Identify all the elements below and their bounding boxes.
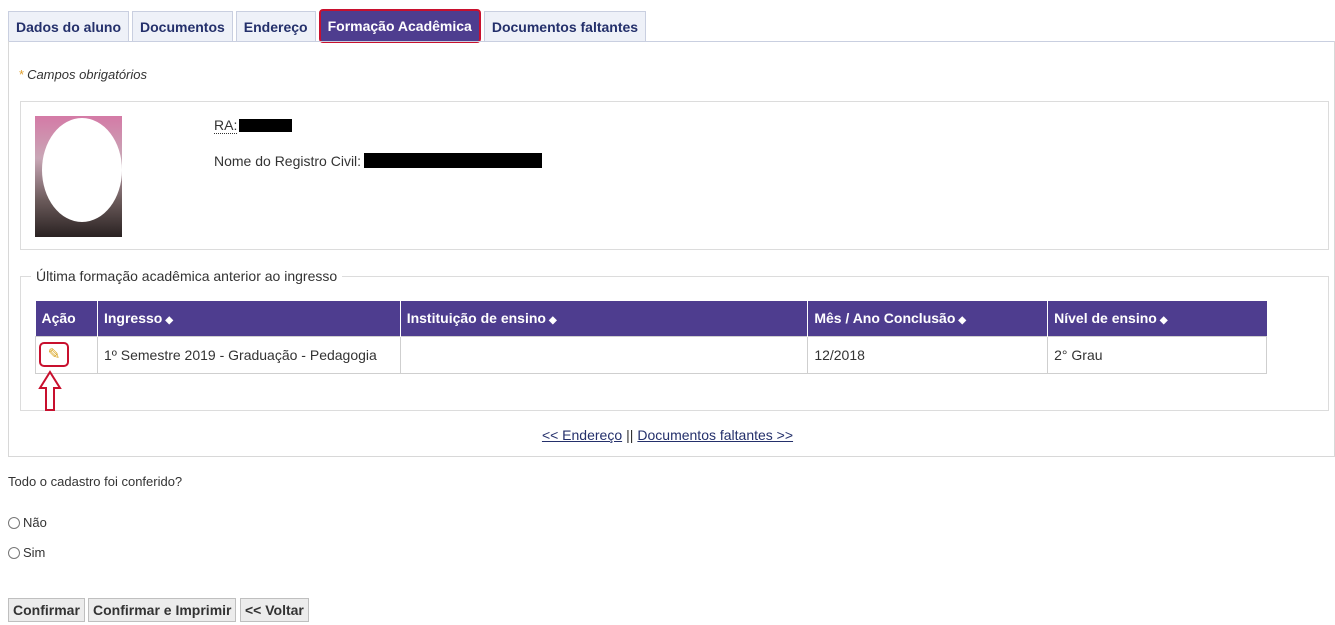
confirmation-question: Todo o cadastro foi conferido?: [8, 474, 183, 489]
radio-circle-icon[interactable]: [8, 546, 20, 559]
column-header-ingresso[interactable]: Ingresso ◆: [97, 301, 401, 336]
column-header-nivel[interactable]: Nível de ensino ◆: [1047, 301, 1267, 336]
edit-button[interactable]: ✎: [39, 342, 69, 367]
up-arrow-icon: [38, 370, 62, 411]
radio-circle-icon[interactable]: [8, 516, 20, 529]
back-button[interactable]: << Voltar: [240, 598, 309, 622]
confirm-button[interactable]: Confirmar: [8, 598, 85, 622]
tab-bar: Dados do aluno Documentos Endereço Forma…: [8, 9, 647, 43]
radio-label: Não: [23, 515, 47, 530]
cell-conclusao: 12/2018: [807, 335, 1049, 374]
column-header-instituicao[interactable]: Instituição de ensino ◆: [400, 301, 809, 336]
student-photo: [35, 116, 122, 237]
sort-icon[interactable]: ◆: [549, 315, 557, 326]
column-header-conclusao[interactable]: Mês / Ano Conclusão ◆: [807, 301, 1049, 336]
pager: << Endereço || Documentos faltantes >>: [0, 427, 1335, 443]
column-header-acao: Ação: [35, 301, 98, 336]
table-row: ✎ 1º Semestre 2019 - Graduação - Pedagog…: [35, 335, 1267, 374]
cell-nivel: 2° Grau: [1047, 335, 1267, 374]
pager-separator: ||: [626, 427, 634, 443]
sort-icon[interactable]: ◆: [165, 315, 173, 326]
sort-icon[interactable]: ◆: [958, 315, 966, 326]
column-label: Nível de ensino: [1054, 310, 1157, 327]
ra-value-redacted: [239, 119, 292, 132]
formation-legend: Última formação acadêmica anterior ao in…: [31, 268, 343, 284]
tab-dados-do-aluno[interactable]: Dados do aluno: [8, 11, 129, 42]
pencil-icon: ✎: [47, 346, 61, 363]
prev-endereco-link[interactable]: << Endereço: [542, 427, 622, 443]
tab-formacao-academica[interactable]: Formação Acadêmica: [318, 9, 481, 43]
ra-label: RA:: [214, 117, 238, 134]
formation-table: Ação Ingresso ◆ Instituição de ensino ◆ Mê…: [35, 301, 1267, 374]
face-mask: [42, 118, 122, 222]
radio-sim[interactable]: Sim: [8, 545, 45, 560]
tab-documentos-faltantes[interactable]: Documentos faltantes: [483, 11, 647, 42]
civil-name-label: Nome do Registro Civil:: [214, 153, 362, 169]
cell-ingresso: 1º Semestre 2019 - Graduação - Pedagogia: [96, 335, 401, 374]
action-cell: ✎: [35, 335, 98, 374]
column-label: Ingresso: [103, 310, 163, 327]
column-label: Instituição de ensino: [406, 310, 546, 327]
civil-name-redacted: [364, 153, 542, 168]
tab-endereco[interactable]: Endereço: [235, 11, 316, 42]
radio-label: Sim: [23, 545, 46, 560]
required-fields-note: * Campos obrigatórios: [19, 67, 147, 82]
confirm-print-button[interactable]: Confirmar e Imprimir: [88, 598, 237, 622]
column-label: Mês / Ano Conclusão: [814, 310, 956, 327]
table-header-row: Ação Ingresso ◆ Instituição de ensino ◆ Mê…: [35, 301, 1267, 336]
required-note-text: Campos obrigatórios: [27, 67, 148, 82]
cell-instituicao: [399, 335, 809, 374]
radio-nao[interactable]: Não: [8, 515, 47, 530]
next-documentos-faltantes-link[interactable]: Documentos faltantes >>: [637, 427, 793, 443]
tab-documentos[interactable]: Documentos: [132, 11, 233, 42]
sort-icon[interactable]: ◆: [1160, 315, 1168, 326]
required-star-icon: *: [19, 67, 25, 82]
